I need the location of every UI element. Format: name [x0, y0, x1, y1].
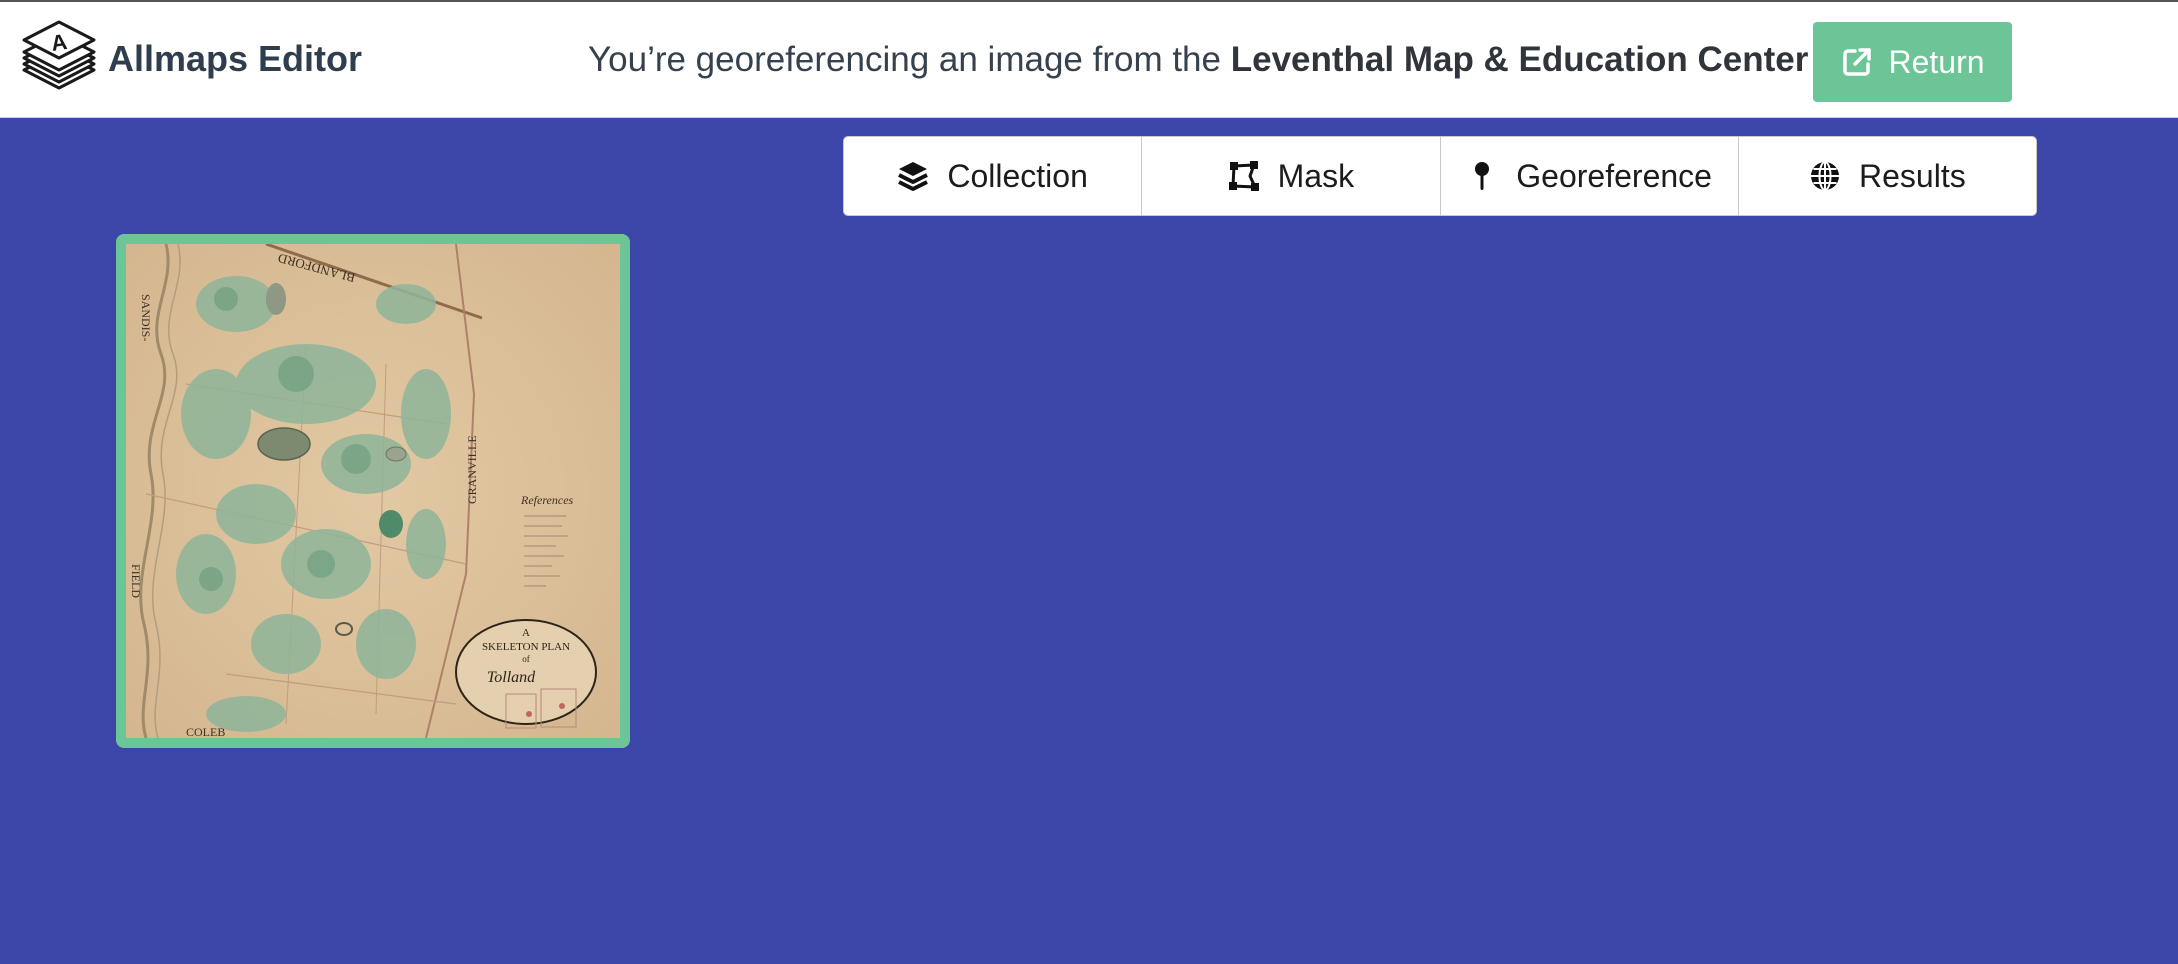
svg-text:of: of [522, 654, 530, 664]
return-label: Return [1888, 43, 1985, 80]
external-link-icon [1843, 48, 1872, 76]
svg-text:A: A [522, 627, 530, 639]
svg-text:SANDIS-: SANDIS- [139, 294, 153, 341]
tab-georeference[interactable]: Georeference [1441, 137, 1739, 215]
tab-collection[interactable]: Collection [844, 137, 1143, 215]
source-name: Leventhal Map & Education Center [1230, 40, 1809, 79]
allmaps-logo[interactable]: A [20, 20, 98, 102]
tab-mask-label: Mask [1277, 157, 1355, 194]
map-thumbnail-card[interactable]: BLANDFORD SANDIS- FIELD GRANVILLE Refere… [116, 234, 630, 748]
tab-results[interactable]: Results [1739, 137, 2036, 215]
svg-text:References: References [520, 493, 574, 507]
tab-results-label: Results [1859, 157, 1966, 194]
app-title[interactable]: Allmaps Editor [108, 38, 362, 80]
svg-text:SKELETON PLAN: SKELETON PLAN [482, 641, 570, 653]
layers-icon [898, 162, 929, 191]
app-header: A Allmaps Editor You’re georeferencing a… [0, 0, 2178, 118]
mask-polygon-icon [1228, 161, 1259, 191]
historic-map-image: BLANDFORD SANDIS- FIELD GRANVILLE Refere… [126, 244, 620, 738]
source-info: You’re georeferencing an image from the … [588, 40, 1808, 80]
tab-mask[interactable]: Mask [1142, 137, 1441, 215]
svg-text:COLEB: COLEB [186, 725, 225, 738]
tab-collection-label: Collection [947, 157, 1088, 194]
svg-text:Tolland: Tolland [487, 669, 536, 686]
svg-text:GRANVILLE: GRANVILLE [465, 435, 479, 504]
tab-georeference-label: Georeference [1516, 157, 1712, 194]
source-prefix: You’re georeferencing an image from the [588, 40, 1221, 79]
globe-icon [1811, 161, 1840, 191]
svg-text:FIELD: FIELD [129, 564, 143, 598]
map-pin-icon [1475, 162, 1490, 190]
mode-tabs: Collection Mask Georeference Results [843, 136, 2037, 216]
return-button[interactable]: Return [1813, 22, 2012, 102]
